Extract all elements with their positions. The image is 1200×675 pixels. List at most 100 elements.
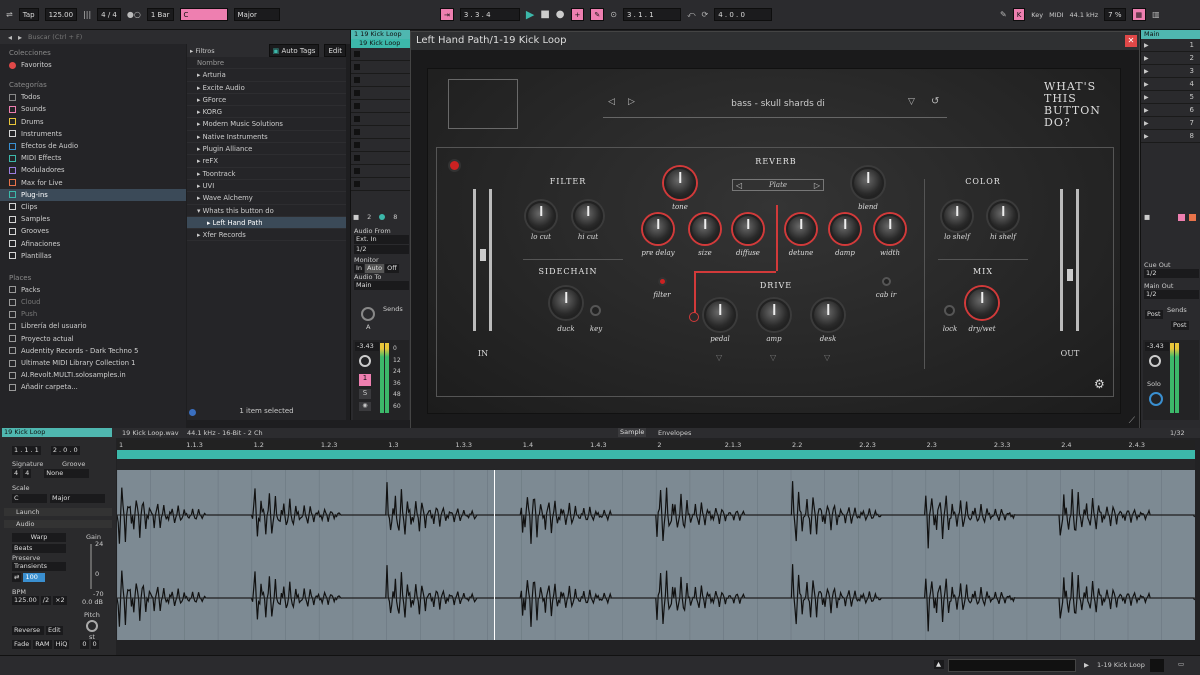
layout-icon[interactable]: ▥ [1152,10,1160,19]
detail-toggle-icon[interactable]: ▭ [1178,660,1184,668]
clip-start[interactable]: 1 . 1 . 1 [12,446,41,455]
size-knob[interactable] [690,214,720,244]
place-item[interactable]: Audentity Records - Dark Techno 5 [0,345,186,357]
reverb-next-icon[interactable]: ▷ [814,181,820,190]
key-root-select[interactable]: C [179,8,228,21]
sidebar-item-max-for-live[interactable]: Max for Live [0,177,186,189]
slot-stop-icon[interactable] [354,155,360,161]
metronome-bars-icon[interactable]: ||| [83,10,91,19]
slot-stop-icon[interactable] [354,103,360,109]
tap-button[interactable]: Tap [18,8,39,21]
cue-out-select[interactable]: 1/2 [1144,269,1199,278]
reset-icon[interactable]: ↺ [931,96,939,107]
output-fader[interactable] [1067,269,1073,281]
auto-tags-button[interactable]: ▣ Auto Tags [268,44,320,57]
arm-dot-icon[interactable] [379,214,386,220]
clip-slot[interactable] [351,100,410,113]
sidebar-item-plantillas[interactable]: Plantillas [0,250,186,262]
name-column-header[interactable]: Nombre [187,57,346,70]
slot-stop-icon[interactable] [354,168,360,174]
blend-knob[interactable] [852,167,884,199]
clip-slot[interactable] [351,139,410,152]
slot-stop-icon[interactable] [354,90,360,96]
power-button[interactable] [448,159,461,172]
groove-select[interactable]: None [44,469,90,478]
post-button-a[interactable]: Post [1145,310,1163,319]
play-small-icon[interactable]: ▶ [1084,661,1089,669]
close-icon[interactable]: ✕ [1125,35,1137,47]
time-ruler[interactable]: 1 1.1.3 1.2 1.2.3 1.3 1.3.3 1.4 1.4.3 2 2.1.3 2.2 2… [117,440,1195,450]
post-button-b[interactable]: Post [1171,321,1189,330]
slot-stop-icon[interactable] [354,64,360,70]
forward-icon[interactable]: ▸ [18,33,22,42]
main-volume-field[interactable]: -3.43 [1145,342,1169,351]
lo-cut-knob[interactable] [526,201,556,231]
transient-loop-mode[interactable]: ⇄ [12,573,22,582]
slot-stop-icon[interactable] [354,51,360,57]
preset-next-icon[interactable]: ▷ [628,97,635,107]
dry-wet-knob[interactable] [966,287,998,319]
key-scale-select[interactable]: Major [233,8,280,21]
clip-slot[interactable] [351,48,410,61]
scene-play-icon[interactable]: ▶ [1144,120,1149,127]
slot-stop-icon[interactable] [354,116,360,122]
place-item[interactable]: Packs [0,284,186,296]
clip-name-tab[interactable]: 19 Kick Loop [2,428,112,437]
transient-envelope[interactable]: 100 [23,573,46,582]
loop-length[interactable]: 4 . 0 . 0 [714,8,773,21]
arrangement-follow-button[interactable]: ⇥ [440,8,454,21]
input-fader[interactable] [480,249,486,261]
sidebar-item-grooves[interactable]: Grooves [0,225,186,237]
waveform-display[interactable] [116,470,1196,640]
resize-handle-icon[interactable]: ⟋ [1129,416,1135,426]
tempo-field[interactable]: 125.00 [44,8,78,21]
arm-button[interactable]: ◉ [359,402,371,411]
vendor-item[interactable]: ▸ reFX [187,155,346,168]
lock-button[interactable] [944,305,955,316]
clip-slot[interactable] [351,87,410,100]
damp-knob[interactable] [830,214,860,244]
duck-knob[interactable] [550,287,582,319]
clip-slot[interactable] [351,152,410,165]
main-toggle-a[interactable] [1178,213,1186,221]
vendor-item[interactable]: ▸ Modern Music Solutions [187,118,346,131]
clip-slot[interactable] [351,61,410,74]
main-out-select[interactable]: 1/2 [1144,290,1199,299]
clip-slot[interactable] [351,126,410,139]
sig-numerator[interactable]: 4 [12,469,21,478]
hiq-button[interactable]: HiQ [53,640,70,649]
tone-knob[interactable] [664,167,696,199]
sidebar-item-efectos-de-audio[interactable]: Efectos de Audio [0,140,186,152]
filter-button[interactable] [658,277,667,286]
vendor-item[interactable]: ▸ Native Instruments [187,131,346,144]
pedal-knob[interactable] [704,299,736,331]
vendor-item[interactable]: ▸ Excite Audio [187,82,346,94]
reverse-button[interactable]: Reverse [12,626,44,635]
width-knob[interactable] [875,214,905,244]
zoom-grid[interactable]: 1/32 [1170,429,1185,437]
scene-launch[interactable]: ▶ 3 [1141,65,1200,78]
sidebar-item-instruments[interactable]: Instruments [0,128,186,140]
vendor-item[interactable]: ▸ Arturia [187,69,346,82]
warp-button[interactable]: Warp [12,533,66,542]
gain-slider-track[interactable] [90,544,92,589]
sample-tab[interactable]: Sample [618,428,647,437]
preset-menu-icon[interactable]: ▽ [908,97,915,107]
vendor-item[interactable]: ▸ Xfer Records [187,229,346,242]
automation-arm-button[interactable]: ✎ [590,8,605,21]
send-a-knob[interactable] [361,307,375,321]
scene-play-icon[interactable]: ▶ [1144,133,1149,140]
place-item[interactable]: Proyecto actual [0,333,186,345]
drive-in-port[interactable] [689,312,699,322]
sidebar-item-sounds[interactable]: Sounds [0,103,186,115]
cab-ir-button[interactable] [882,277,891,286]
scene-play-icon[interactable]: ▶ [1144,94,1149,101]
overview-navigator[interactable] [948,659,1076,672]
sidebar-item-midi-effects[interactable]: MIDI Effects [0,152,186,164]
audio-from-channel[interactable]: 1/2 [354,245,409,254]
preset-name[interactable]: bass - skull shards di [668,99,888,109]
pedal-expand-icon[interactable]: ▽ [716,353,722,362]
vendor-item[interactable]: ▸ UVI [187,180,346,193]
clip-slot-playing[interactable]: 19 Kick Loop [351,39,410,48]
sidebar-item-plug-ins[interactable]: Plug-ins [0,188,186,201]
